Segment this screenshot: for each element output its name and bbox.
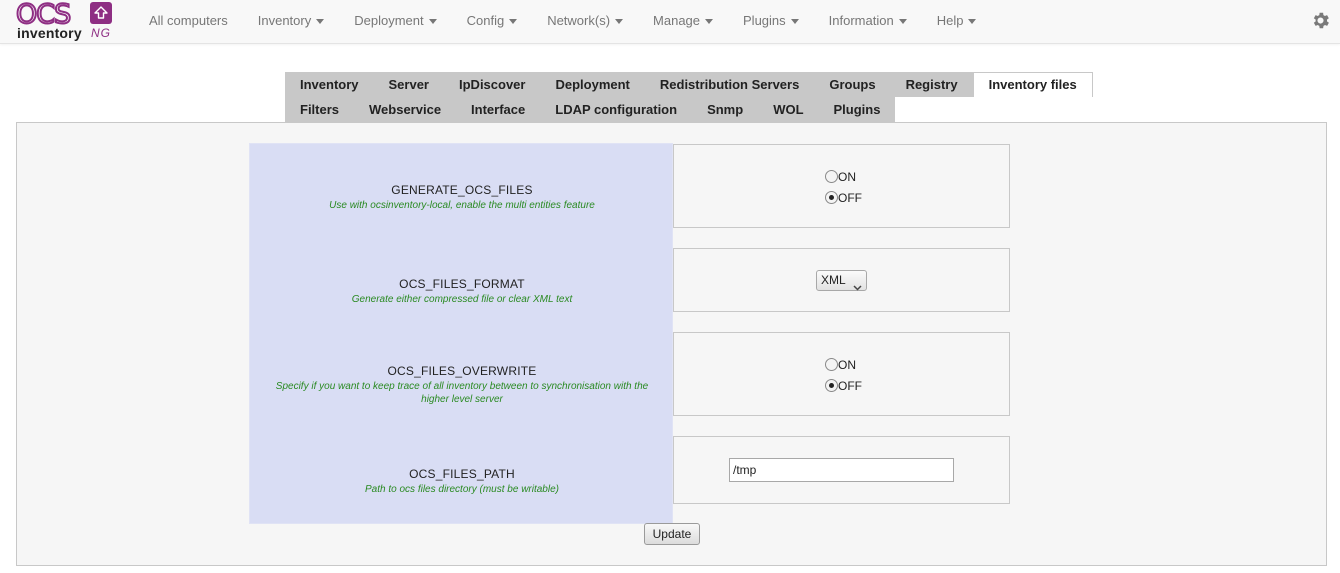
nav-label: Manage (653, 13, 701, 28)
upload-arrow-icon (90, 2, 112, 24)
nav-deployment[interactable]: Deployment (339, 0, 451, 44)
nav-plugins[interactable]: Plugins (728, 0, 814, 44)
setting-label-generate-ocs-files: GENERATE_OCS_FILES Use with ocsinventory… (250, 183, 674, 212)
tab-deployment[interactable]: Deployment (540, 72, 645, 97)
setting-value-ocs-files-path (673, 436, 1010, 504)
radio-label: ON (838, 358, 856, 372)
setting-description: Specify if you want to keep trace of all… (275, 381, 649, 405)
tab-registry[interactable]: Registry (890, 72, 973, 97)
nav-label: Information (828, 13, 894, 28)
tab-inventory-files[interactable]: Inventory files (972, 72, 1093, 97)
setting-label-ocs-files-overwrite: OCS_FILES_OVERWRITE Specify if you want … (250, 364, 674, 406)
tab-row-2: Filters Webservice Interface LDAP config… (285, 97, 1093, 122)
nav-help[interactable]: Help (922, 0, 992, 44)
radio-option-on[interactable]: ON (825, 167, 862, 188)
setting-description: Use with ocsinventory-local, enable the … (329, 200, 595, 211)
generate-ocs-files-radio-group: ON OFF (825, 167, 862, 209)
tab-filters[interactable]: Filters (285, 97, 355, 122)
radio-label: OFF (838, 379, 862, 393)
tab-snmp[interactable]: Snmp (692, 97, 759, 122)
caret-down-icon (316, 19, 325, 25)
tab-ldap-configuration[interactable]: LDAP configuration (540, 97, 693, 122)
top-navbar: OCS inventory NG All computers Inventory… (0, 0, 1340, 44)
radio-button-checked[interactable] (825, 191, 838, 204)
tab-interface[interactable]: Interface (456, 97, 541, 122)
tab-wol[interactable]: WOL (758, 97, 819, 122)
setting-name: OCS_FILES_FORMAT (399, 277, 525, 291)
radio-button[interactable] (825, 358, 838, 371)
setting-description: Generate either compressed file or clear… (351, 294, 573, 305)
tab-webservice[interactable]: Webservice (354, 97, 457, 122)
radio-option-on[interactable]: ON (825, 355, 862, 376)
update-button[interactable]: Update (644, 523, 700, 545)
radio-option-off[interactable]: OFF (825, 188, 862, 209)
nav-label: Plugins (743, 13, 786, 28)
caret-down-icon (898, 19, 907, 25)
gear-icon[interactable] (1310, 10, 1331, 31)
tab-ipdiscover[interactable]: IpDiscover (444, 72, 541, 97)
nav-label: Deployment (354, 13, 424, 28)
setting-value-ocs-files-overwrite: ON OFF (673, 332, 1010, 416)
chevron-down-icon (853, 278, 862, 297)
radio-label: ON (838, 170, 856, 184)
setting-label-ocs-files-format: OCS_FILES_FORMAT Generate either compres… (250, 277, 674, 306)
ocs-logo[interactable]: OCS inventory NG (15, 0, 116, 41)
tab-redistribution-servers[interactable]: Redistribution Servers (644, 72, 815, 97)
settings-labels: GENERATE_OCS_FILES Use with ocsinventory… (249, 143, 673, 524)
tab-row-1: Inventory Server IpDiscover Deployment R… (285, 72, 1093, 97)
tab-plugins[interactable]: Plugins (818, 97, 896, 122)
caret-down-icon (428, 19, 437, 25)
main-menu: All computers Inventory Deployment Confi… (134, 0, 991, 44)
caret-down-icon (705, 19, 714, 25)
caret-down-icon (615, 19, 624, 25)
ocs-files-path-input[interactable] (729, 458, 954, 482)
radio-label: OFF (838, 191, 862, 205)
caret-down-icon (509, 19, 518, 25)
nav-label: All computers (149, 13, 228, 28)
setting-name: OCS_FILES_PATH (409, 467, 515, 481)
nav-manage[interactable]: Manage (638, 0, 728, 44)
logo-ng-text: NG (91, 26, 111, 40)
nav-label: Config (466, 13, 505, 28)
tab-inventory[interactable]: Inventory (285, 72, 374, 97)
radio-option-off[interactable]: OFF (825, 376, 862, 397)
caret-down-icon (968, 19, 977, 25)
setting-value-ocs-files-format: XML (673, 248, 1010, 312)
nav-label: Help (936, 13, 964, 28)
setting-label-ocs-files-path: OCS_FILES_PATH Path to ocs files directo… (250, 467, 674, 496)
setting-value-generate-ocs-files: ON OFF (673, 144, 1010, 228)
radio-button-checked[interactable] (825, 379, 838, 392)
ocs-files-overwrite-radio-group: ON OFF (825, 355, 862, 397)
nav-information[interactable]: Information (814, 0, 922, 44)
nav-label: Inventory (257, 13, 312, 28)
config-tabs: Inventory Server IpDiscover Deployment R… (285, 72, 1093, 122)
select-value: XML (821, 273, 846, 287)
nav-networks[interactable]: Network(s) (532, 0, 638, 44)
tab-groups[interactable]: Groups (814, 72, 891, 97)
nav-label: Network(s) (547, 13, 611, 28)
setting-description: Path to ocs files directory (must be wri… (365, 484, 559, 495)
setting-name: GENERATE_OCS_FILES (391, 183, 533, 197)
nav-all-computers[interactable]: All computers (134, 0, 243, 44)
format-select[interactable]: XML (816, 270, 867, 291)
caret-down-icon (790, 19, 799, 25)
tab-server[interactable]: Server (373, 72, 444, 97)
logo-inventory-text: inventory (17, 25, 82, 41)
radio-button[interactable] (825, 170, 838, 183)
nav-inventory[interactable]: Inventory (243, 0, 339, 44)
nav-config[interactable]: Config (452, 0, 533, 44)
setting-name: OCS_FILES_OVERWRITE (387, 364, 537, 378)
